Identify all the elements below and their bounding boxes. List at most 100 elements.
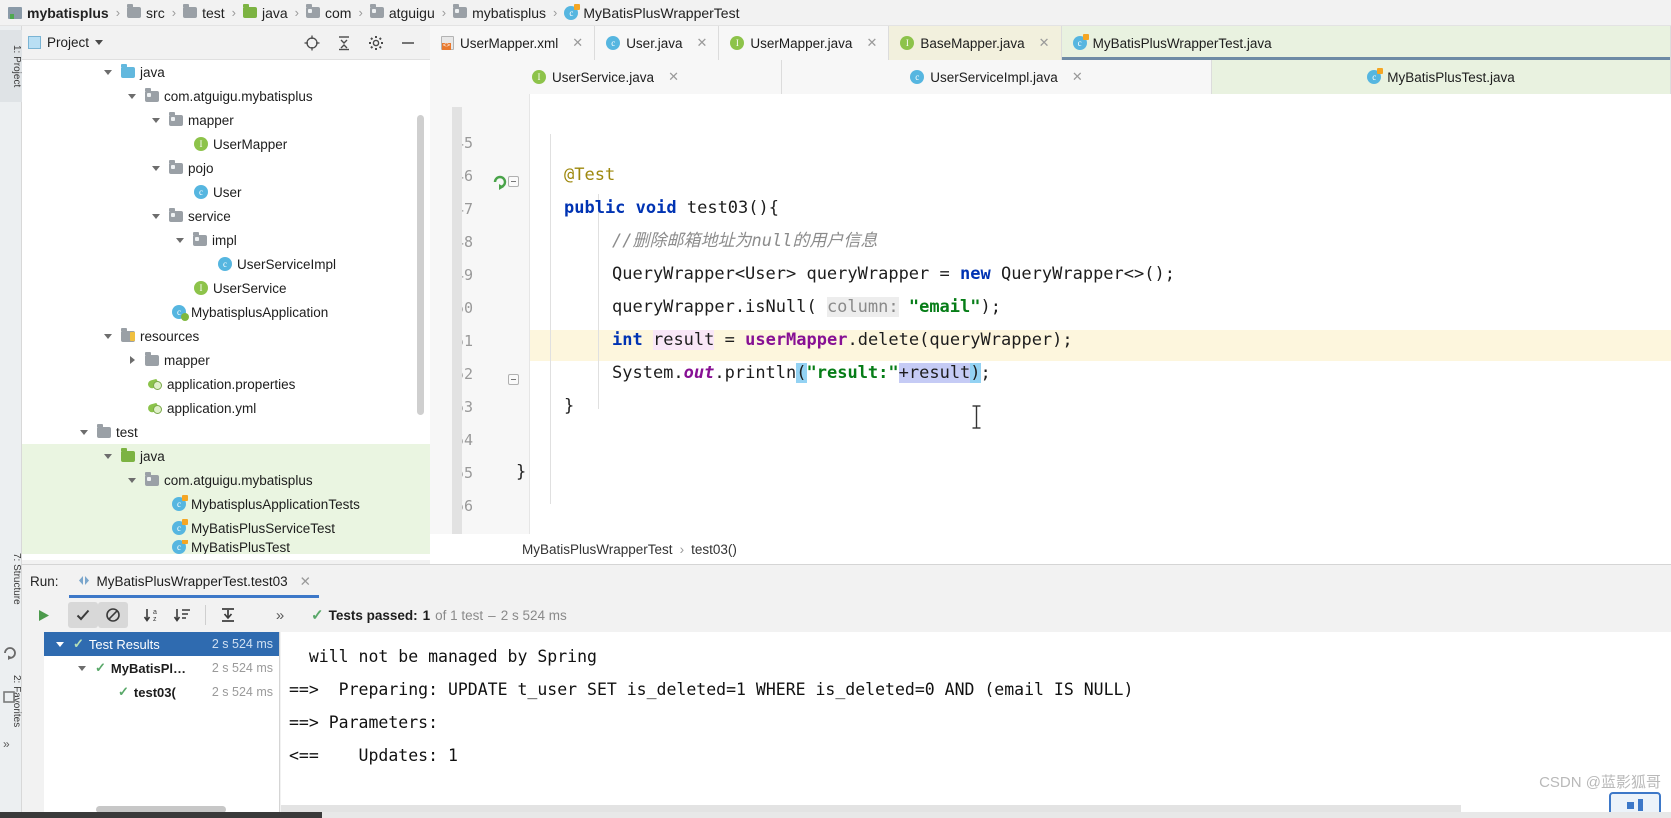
chevron-down-icon[interactable] (124, 472, 140, 488)
tab-userservice-java[interactable]: I UserService.java ✕ (430, 60, 782, 94)
run-tab-mybatispluswrappertest[interactable]: MyBatisPlusWrapperTest.test03 ✕ (68, 565, 320, 598)
tree-item-test-folder[interactable]: test (22, 420, 430, 444)
show-passed-toggle[interactable] (68, 602, 98, 628)
indent-guide (550, 134, 551, 504)
tree-item-mybatisplusservicetest[interactable]: c MyBatisPlusServiceTest (22, 516, 430, 540)
project-panel-title-button[interactable]: Project (28, 35, 104, 50)
breadcrumb-item-atguigu[interactable]: atguigu (368, 4, 437, 21)
gear-icon[interactable] (368, 35, 384, 51)
test-status: ✓ Tests passed: 1 of 1 test – 2 s 524 ms (311, 606, 567, 624)
expand-strip-icon[interactable]: » (2, 736, 20, 754)
tab-mybatisplustest-java[interactable]: c MyBatisPlusTest.java (1212, 60, 1671, 94)
hide-ignored-toggle[interactable] (98, 602, 128, 628)
test-tree-row-method[interactable]: ✓ test03( 2 s 524 ms (44, 680, 279, 704)
tool-strip-structure[interactable]: 7: Structure (0, 536, 22, 622)
tree-item-userserviceimpl[interactable]: c UserServiceImpl (22, 252, 430, 276)
console-output[interactable]: will not be managed by Spring ==> Prepar… (281, 632, 1671, 818)
project-tree-scrollbar[interactable] (417, 115, 424, 415)
close-icon[interactable]: ✕ (572, 35, 583, 51)
chevron-down-icon[interactable] (74, 660, 90, 676)
tree-item-application-yml[interactable]: application.yml (22, 396, 430, 420)
svg-text:a: a (153, 609, 157, 616)
chevron-down-icon[interactable] (148, 112, 164, 128)
tree-item-impl-pkg[interactable]: impl (22, 228, 430, 252)
status-dash: – (488, 607, 496, 623)
tree-item-pojo-pkg[interactable]: pojo (22, 156, 430, 180)
breadcrumb-item-src[interactable]: src (125, 4, 167, 21)
close-icon[interactable]: ✕ (866, 35, 877, 51)
check-icon: ✓ (73, 636, 84, 651)
tab-mybatispluswrappertest-java[interactable]: c MyBatisPlusWrapperTest.java (1061, 26, 1671, 60)
project-tree[interactable]: java com.atguigu.mybatisplus mapper I Us… (22, 60, 430, 560)
tree-item-mybatisplusapplication[interactable]: c MybatisplusApplication (22, 300, 430, 324)
chevron-right-icon[interactable] (124, 352, 140, 368)
rerun-button[interactable] (28, 602, 58, 628)
editor-breadcrumb-class[interactable]: MyBatisPlusWrapperTest (522, 542, 673, 557)
breadcrumb-item-mybatisplus-pkg[interactable]: mybatisplus (451, 4, 548, 21)
code-editor[interactable]: 45 46 47 48 49 50 51 52 53 54 55 56 @Tes… (430, 94, 1671, 622)
tree-item-mapper-pkg[interactable]: mapper (22, 108, 430, 132)
breadcrumb-item-java[interactable]: java (241, 4, 290, 21)
editor-breadcrumb-method[interactable]: test03() (691, 542, 737, 557)
tree-item-usermapper[interactable]: I UserMapper (22, 132, 430, 156)
close-icon[interactable]: ✕ (696, 35, 707, 51)
tree-item-application-properties[interactable]: application.properties (22, 372, 430, 396)
locate-icon[interactable] (304, 35, 320, 51)
chevron-down-icon[interactable] (100, 448, 116, 464)
code-line-46: @Test (564, 165, 616, 185)
chevron-down-icon[interactable] (124, 88, 140, 104)
tree-item-package-test[interactable]: com.atguigu.mybatisplus (22, 468, 430, 492)
tree-item-mapper-res[interactable]: mapper (22, 348, 430, 372)
run-test-gutter-icon[interactable] (492, 174, 508, 190)
tree-item-label: com.atguigu.mybatisplus (164, 472, 313, 488)
tool-strip-project[interactable]: 1: Project (0, 30, 22, 102)
test-tree-row-class[interactable]: ✓ MyBatisPl… 2 s 524 ms (44, 656, 279, 680)
tree-item-java-main[interactable]: java (22, 60, 430, 84)
package-icon (169, 159, 183, 174)
close-icon[interactable]: ✕ (1072, 69, 1083, 85)
breadcrumb-item-class[interactable]: c MyBatisPlusWrapperTest (562, 3, 741, 21)
tab-userserviceimpl-java[interactable]: c UserServiceImpl.java ✕ (782, 60, 1212, 94)
tab-user-java[interactable]: c User.java ✕ (595, 26, 720, 60)
stop-icon[interactable] (2, 690, 20, 708)
collapse-all-icon[interactable] (336, 35, 352, 51)
tree-item-package-main[interactable]: com.atguigu.mybatisplus (22, 84, 430, 108)
tree-item-mybatisplustest[interactable]: c MyBatisPlusTest (22, 540, 430, 554)
tree-item-resources[interactable]: resources (22, 324, 430, 348)
code-content[interactable]: @Test public void test03(){ //删除邮箱地址为nul… (516, 94, 1671, 564)
tree-item-service-pkg[interactable]: service (22, 204, 430, 228)
chevron-down-icon[interactable] (76, 424, 92, 440)
breadcrumb-item-test[interactable]: test (181, 4, 227, 21)
hide-icon[interactable] (400, 35, 416, 51)
rerun-strip-icon[interactable] (2, 645, 20, 663)
more-options-button[interactable]: » (265, 602, 295, 628)
chevron-down-icon[interactable] (100, 64, 116, 80)
close-icon[interactable]: ✕ (668, 69, 679, 85)
chevron-down-icon[interactable] (100, 328, 116, 344)
breadcrumb-label: mybatisplus (472, 4, 547, 21)
chevron-down-icon[interactable] (148, 208, 164, 224)
tab-label: User.java (626, 35, 683, 51)
breadcrumb-item-com[interactable]: com (304, 4, 353, 21)
chevron-down-icon[interactable] (52, 636, 68, 652)
chevron-down-icon[interactable] (148, 160, 164, 176)
tree-item-java-test[interactable]: java (22, 444, 430, 468)
breadcrumb-item-mybatisplus[interactable]: mybatisplus (6, 5, 111, 21)
tab-basemapper-java[interactable]: I BaseMapper.java ✕ (889, 26, 1062, 60)
tree-item-user[interactable]: c User (22, 180, 430, 204)
tab-usermapper-java[interactable]: I UserMapper.java ✕ (719, 26, 890, 60)
close-icon[interactable]: ✕ (300, 574, 311, 590)
sort-alphabetically-button[interactable]: az (138, 602, 168, 628)
tree-item-mybatisplusapplicationtests[interactable]: c MybatisplusApplicationTests (22, 492, 430, 516)
editor-gutter[interactable]: 45 46 47 48 49 50 51 52 53 54 55 56 (430, 94, 530, 564)
tree-item-userservice[interactable]: I UserService (22, 276, 430, 300)
test-results-tree[interactable]: ✓ Test Results 2 s 524 ms ✓ MyBatisPl… 2… (44, 632, 280, 818)
expand-all-button[interactable] (213, 602, 243, 628)
console-hscrollbar[interactable] (281, 805, 1461, 812)
test-tree-row-results[interactable]: ✓ Test Results 2 s 524 ms (44, 632, 279, 656)
tab-usermapper-xml[interactable]: UserMapper.xml ✕ (430, 26, 596, 60)
bottom-status-bar (0, 812, 1671, 818)
close-icon[interactable]: ✕ (1039, 35, 1050, 51)
chevron-down-icon[interactable] (172, 232, 188, 248)
sort-by-duration-button[interactable] (168, 602, 198, 628)
